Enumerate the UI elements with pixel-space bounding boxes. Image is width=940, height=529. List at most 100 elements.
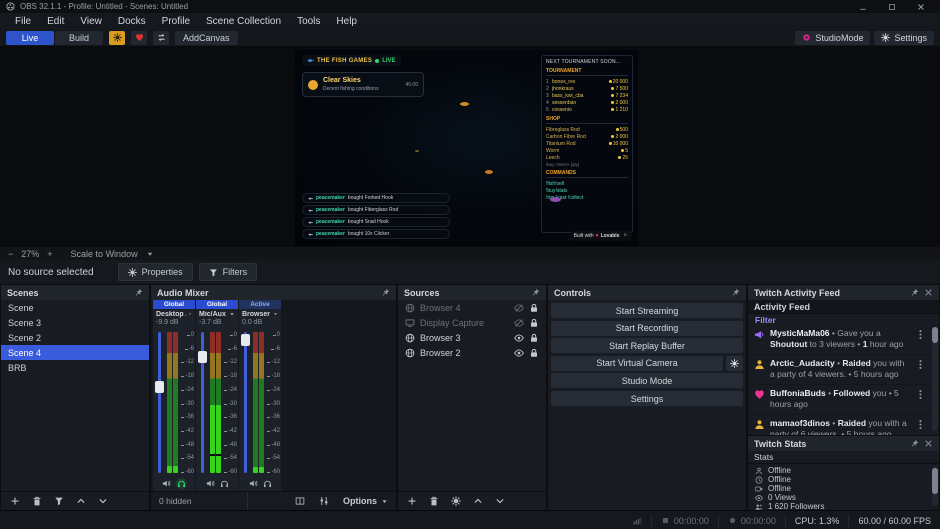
eye-icon[interactable]: [514, 333, 524, 343]
stats-header[interactable]: Twitch Stats: [748, 436, 939, 451]
menu-item-tools[interactable]: Tools: [290, 16, 327, 27]
activity-item[interactable]: Arctic_Audacity • Raided you with a part…: [748, 355, 930, 385]
chevron-down-button[interactable]: [495, 496, 505, 506]
mute-button[interactable]: [162, 479, 171, 488]
volume-fader[interactable]: [244, 332, 247, 473]
canvas-tab-build[interactable]: Build: [55, 31, 103, 45]
virtual-camera-config-button[interactable]: [726, 356, 743, 371]
lock-icon[interactable]: [529, 303, 539, 313]
maximize-icon[interactable]: [888, 3, 896, 11]
start-recording-button[interactable]: Start Recording: [551, 321, 743, 336]
controls-header[interactable]: Controls: [548, 285, 746, 300]
mute-button[interactable]: [206, 479, 215, 488]
studio-mode-button[interactable]: StudioMode: [795, 31, 870, 45]
monitor-audio-button[interactable]: [263, 479, 272, 488]
start-virtual-camera-button[interactable]: Start Virtual Camera: [551, 356, 723, 371]
scene-item-scene-4[interactable]: Scene 4: [1, 345, 149, 360]
menu-item-help[interactable]: Help: [329, 16, 364, 27]
activity-header[interactable]: Twitch Activity Feed: [748, 285, 939, 300]
eye-slash-icon[interactable]: [514, 318, 524, 328]
menu-item-edit[interactable]: Edit: [40, 16, 71, 27]
add-canvas-button[interactable]: AddCanvas: [175, 31, 238, 45]
fader-handle[interactable]: [241, 334, 250, 346]
scene-item-brb[interactable]: BRB: [1, 360, 149, 375]
scene-item-scene[interactable]: Scene: [1, 300, 149, 315]
plus-button[interactable]: [10, 496, 20, 506]
lock-icon[interactable]: [529, 318, 539, 328]
minimize-icon[interactable]: [859, 3, 867, 11]
start-streaming-button[interactable]: Start Streaming: [551, 303, 743, 318]
activity-username[interactable]: MysticMaMa06: [770, 328, 830, 338]
scene-item-scene-2[interactable]: Scene 2: [1, 330, 149, 345]
chevron-up-button[interactable]: [473, 496, 483, 506]
pin-icon[interactable]: [381, 288, 390, 297]
kebab-menu-icon[interactable]: [915, 419, 926, 430]
mute-button[interactable]: [249, 479, 258, 488]
close-icon[interactable]: [924, 439, 933, 448]
swap-button[interactable]: [153, 31, 169, 45]
channel-name-select[interactable]: Mic/Aux: [196, 309, 238, 319]
settings-button[interactable]: Settings: [874, 31, 934, 45]
close-icon[interactable]: [924, 288, 933, 297]
settings-button[interactable]: Settings: [551, 391, 743, 406]
close-icon[interactable]: [917, 3, 925, 11]
gear-button[interactable]: [451, 496, 461, 506]
volume-fader[interactable]: [158, 332, 161, 473]
chevron-down-icon[interactable]: [146, 250, 154, 258]
properties-button[interactable]: Properties: [118, 263, 193, 281]
scale-mode-select[interactable]: Scale to Window: [71, 249, 138, 259]
activity-item[interactable]: mamaof3dinos • Raided you with a party o…: [748, 415, 930, 435]
stats-scrollbar[interactable]: [932, 466, 938, 506]
pin-icon[interactable]: [134, 288, 143, 297]
lock-icon[interactable]: [529, 333, 539, 343]
kebab-menu-icon[interactable]: [915, 389, 926, 400]
lock-icon[interactable]: [529, 348, 539, 358]
filters-button[interactable]: Filters: [199, 263, 258, 281]
monitor-audio-button[interactable]: [176, 478, 187, 489]
activity-username[interactable]: BuffoniaBuds: [770, 388, 826, 398]
close-icon[interactable]: ×: [623, 233, 627, 239]
channel-name-select[interactable]: Browser 3: [239, 309, 281, 319]
trash-button[interactable]: [32, 496, 42, 506]
lovable-badge[interactable]: Built with ♥ Lovable ×: [569, 231, 632, 241]
pin-icon[interactable]: [531, 288, 540, 297]
source-item-browser-2[interactable]: Browser 2: [398, 345, 546, 360]
menu-item-docks[interactable]: Docks: [111, 16, 153, 27]
sliders-icon[interactable]: [319, 496, 329, 506]
activity-username[interactable]: mamaof3dinos: [770, 418, 830, 428]
pin-icon[interactable]: [910, 439, 919, 448]
scenes-header[interactable]: Scenes: [1, 285, 149, 300]
canvas-gear-button[interactable]: [109, 31, 125, 45]
plus-button[interactable]: [407, 496, 417, 506]
source-item-browser-4[interactable]: Browser 4: [398, 300, 546, 315]
studio-mode-button[interactable]: Studio Mode: [551, 373, 743, 388]
fader-handle[interactable]: [198, 351, 207, 363]
filter-button[interactable]: [54, 496, 64, 506]
scene-item-scene-3[interactable]: Scene 3: [1, 315, 149, 330]
support-heart-button[interactable]: [131, 31, 147, 45]
zoom-out-button[interactable]: −: [8, 249, 13, 259]
canvas-tab-live[interactable]: Live: [6, 31, 54, 45]
scene-canvas[interactable]: THE FISH GAMES LIVE Clear Skies Decent f…: [295, 50, 638, 246]
start-replay-buffer-button[interactable]: Start Replay Buffer: [551, 338, 743, 353]
menu-item-profile[interactable]: Profile: [155, 16, 197, 27]
pin-icon[interactable]: [731, 288, 740, 297]
activity-item[interactable]: BuffoniaBuds • Followed you • 5 hours ag…: [748, 385, 930, 415]
options-button[interactable]: Options: [343, 496, 388, 506]
kebab-menu-icon[interactable]: [915, 329, 926, 340]
zoom-in-button[interactable]: +: [47, 249, 52, 259]
chevron-up-button[interactable]: [76, 496, 86, 506]
menu-item-scene-collection[interactable]: Scene Collection: [199, 16, 288, 27]
menu-item-file[interactable]: File: [8, 16, 38, 27]
activity-item[interactable]: MysticMaMa06 • Gave you a Shoutout to 3 …: [748, 325, 930, 355]
source-item-display-capture[interactable]: Display Capture: [398, 315, 546, 330]
menu-item-view[interactable]: View: [73, 16, 109, 27]
fader-handle[interactable]: [155, 381, 164, 393]
sources-header[interactable]: Sources: [398, 285, 546, 300]
layout-icon[interactable]: [295, 496, 305, 506]
monitor-audio-button[interactable]: [220, 479, 229, 488]
kebab-menu-icon[interactable]: [915, 359, 926, 370]
pin-icon[interactable]: [910, 288, 919, 297]
trash-button[interactable]: [429, 496, 439, 506]
chevron-down-button[interactable]: [98, 496, 108, 506]
